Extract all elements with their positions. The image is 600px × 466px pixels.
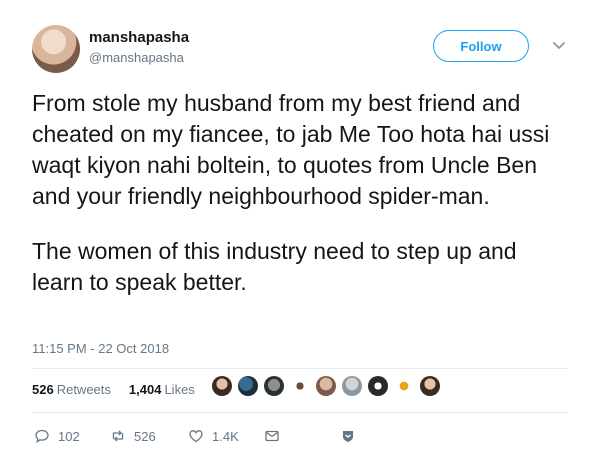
likers-avatars [212, 376, 440, 396]
tweet-actions: 102 526 1.4K [32, 428, 372, 446]
liker-avatar[interactable] [342, 376, 362, 396]
liker-avatar[interactable] [212, 376, 232, 396]
reply-count: 102 [58, 428, 80, 444]
liker-avatar[interactable] [316, 376, 336, 396]
retweets-stat[interactable]: 526 Retweets [32, 382, 111, 397]
heart-icon [189, 430, 203, 443]
like-action[interactable]: 1.4K [188, 428, 239, 444]
retweet-action[interactable]: 526 [110, 428, 156, 444]
timestamp[interactable]: 11:15 PM - 22 Oct 2018 [32, 341, 169, 356]
follow-button[interactable]: Follow [433, 30, 529, 62]
like-count: 1.4K [212, 428, 239, 444]
tweet-paragraph: From stole my husband from my best frien… [32, 90, 550, 209]
likes-count: 1,404 [128, 382, 162, 397]
likes-label: Likes [164, 382, 195, 397]
engagement-stats: 526 Retweets 1,404 Likes [32, 382, 195, 397]
liker-avatar[interactable] [394, 376, 414, 396]
likes-stat[interactable]: 1,404 Likes [129, 382, 195, 397]
reply-action[interactable]: 102 [34, 428, 80, 444]
display-name[interactable]: manshapasha [89, 29, 189, 46]
divider [32, 412, 568, 413]
liker-avatar[interactable] [368, 376, 388, 396]
liker-avatar[interactable] [238, 376, 258, 396]
avatar[interactable] [32, 25, 80, 73]
envelope-icon [265, 430, 279, 442]
retweets-count: 526 [32, 382, 54, 397]
tweet-text: From stole my husband from my best frien… [32, 88, 572, 298]
handle[interactable]: @manshapasha [89, 50, 184, 65]
retweet-icon [112, 430, 124, 442]
liker-avatar[interactable] [420, 376, 440, 396]
retweets-label: Retweets [56, 382, 111, 397]
liker-avatar[interactable] [264, 376, 284, 396]
tweet-paragraph: The women of this industry need to step … [32, 238, 517, 295]
retweet-count: 526 [134, 428, 156, 444]
liker-avatar[interactable] [290, 376, 310, 396]
chevron-down-icon[interactable] [552, 38, 566, 52]
divider [32, 368, 568, 369]
direct-message-action[interactable] [264, 428, 280, 444]
tweet-card: manshapasha @manshapasha Follow From sto… [0, 0, 600, 466]
shield-chevron-icon [343, 431, 353, 442]
bookmark-action[interactable] [340, 428, 356, 444]
reply-icon [35, 429, 49, 443]
